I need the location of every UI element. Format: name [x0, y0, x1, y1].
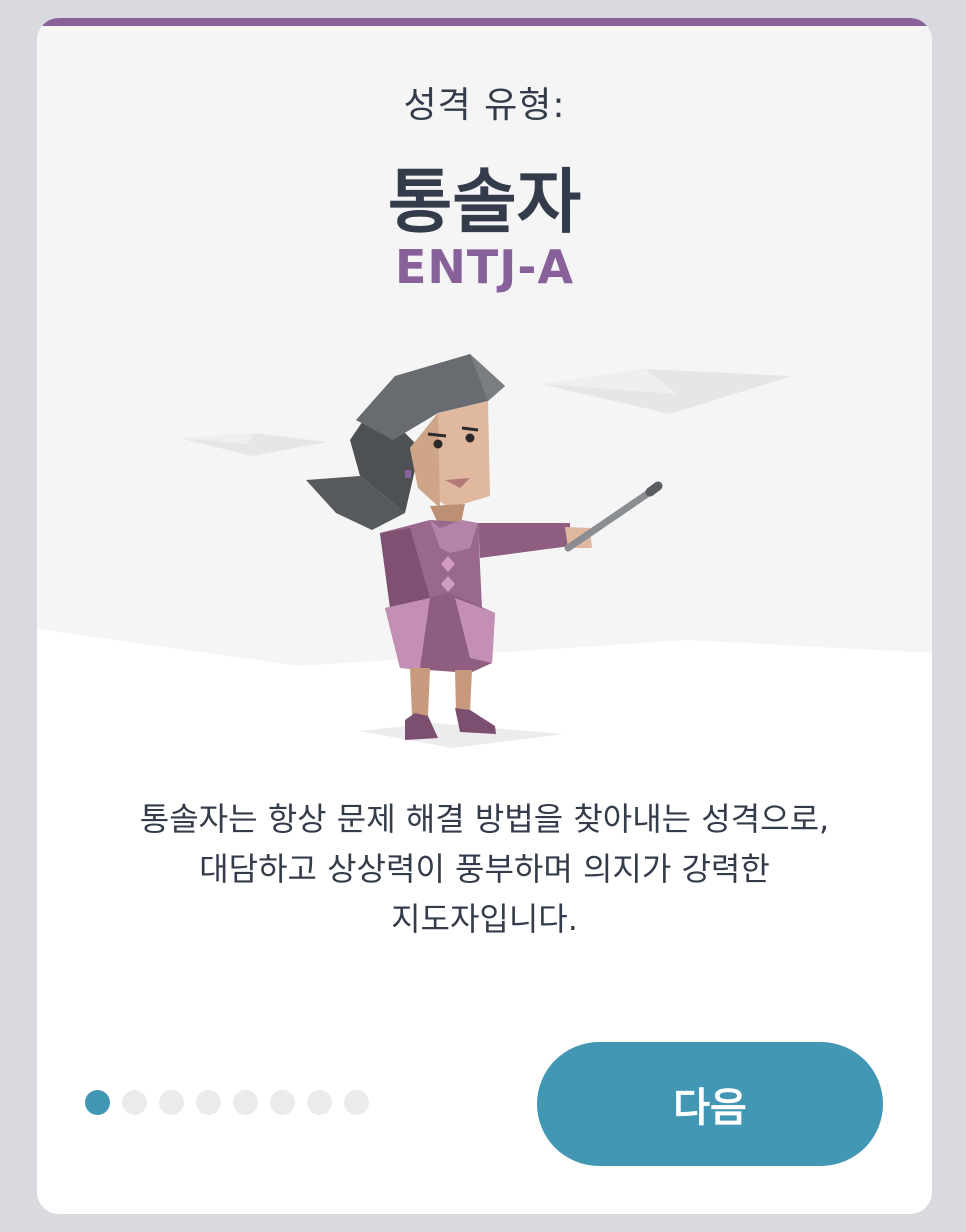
hero-illustration	[37, 26, 932, 748]
description-line: 대담하고 상상력이 풍부하며 의지가 강력한	[199, 850, 770, 888]
page-dot-1[interactable]	[85, 1090, 110, 1115]
page-dot-4[interactable]	[196, 1090, 221, 1115]
page-dot-3[interactable]	[159, 1090, 184, 1115]
page-dot-8[interactable]	[344, 1090, 369, 1115]
type-name-heading: 통솔자	[387, 161, 582, 243]
page-dot-7[interactable]	[307, 1090, 332, 1115]
card-accent-bar	[37, 18, 932, 26]
page-dot-6[interactable]	[270, 1090, 295, 1115]
description-line: 지도자입니다.	[391, 900, 578, 938]
type-code-label: ENTJ-A	[394, 240, 575, 294]
description-line: 통솔자는 항상 문제 해결 방법을 찾아내는 성격으로,	[139, 800, 830, 838]
type-description: 통솔자는 항상 문제 해결 방법을 찾아내는 성격으로, 대담하고 상상력이 풍…	[107, 794, 862, 944]
next-button[interactable]: 다음	[537, 1042, 883, 1166]
personality-type-card: 성격 유형: 통솔자 ENTJ-A 통솔자는 항상 문제 해결 방법을 찾아내는…	[37, 18, 932, 1214]
eyebrow-label: 성격 유형:	[403, 85, 566, 126]
pagination-dots	[85, 1090, 369, 1115]
page-dot-2[interactable]	[122, 1090, 147, 1115]
page-dot-5[interactable]	[233, 1090, 258, 1115]
